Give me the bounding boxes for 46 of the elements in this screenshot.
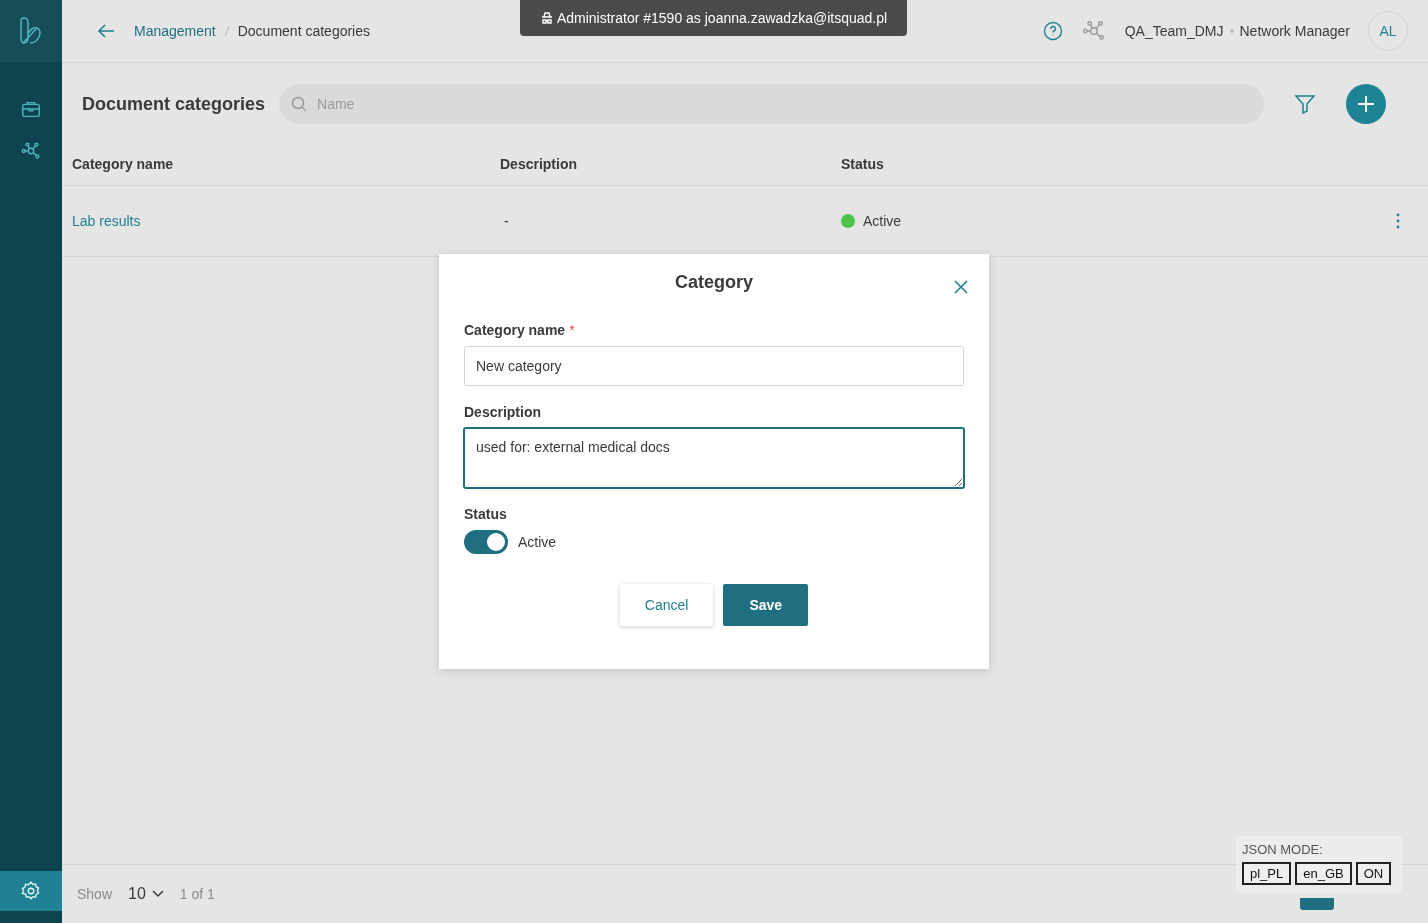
breadcrumb-current: Document categories — [237, 23, 370, 39]
required-mark: * — [569, 322, 575, 338]
sidebar-item[interactable] — [0, 871, 62, 911]
table-cell-text: - — [504, 213, 510, 229]
team-name: QA_Team_DMJ — [1124, 23, 1224, 39]
spy-icon — [539, 11, 554, 25]
column-header: Status — [841, 156, 885, 172]
breadcrumb-link[interactable]: Management — [134, 23, 216, 39]
category-name-field[interactable]: New category — [464, 346, 964, 386]
search-bar[interactable]: Name — [279, 84, 1264, 124]
more-menu-icon[interactable] — [1396, 213, 1400, 229]
category-link[interactable]: Lab results — [72, 213, 141, 229]
chevron-down-icon — [151, 890, 164, 898]
field-label: Description — [464, 404, 541, 420]
user-role: Network Manager — [1239, 23, 1350, 39]
breadcrumb-separator-icon — [223, 25, 230, 37]
network-icon — [20, 140, 42, 162]
search-input[interactable]: Name — [315, 95, 1252, 113]
json-mode-button[interactable]: ON — [1355, 862, 1392, 885]
tab-handle[interactable] — [1300, 898, 1334, 910]
banner-text: Administrator #1590 as joanna.zawadzka@itsquad.pl — [556, 10, 888, 26]
settings-icon — [20, 880, 42, 902]
page-count: 1 of 1 — [179, 886, 215, 902]
logo-icon — [19, 16, 43, 46]
toggle-label: Active — [518, 534, 557, 550]
page-size-dropdown[interactable]: 10 — [128, 885, 164, 903]
json-mode-label: JSON MODE: — [1242, 842, 1323, 857]
json-mode-button[interactable]: pl_PL — [1242, 862, 1292, 885]
json-mode-button[interactable]: en_GB — [1295, 862, 1352, 885]
save-button[interactable]: Save — [723, 584, 809, 626]
description-field[interactable]: used for: external medical docs — [464, 428, 964, 488]
add-button[interactable] — [1346, 84, 1386, 124]
cancel-button[interactable]: Cancel — [619, 584, 714, 626]
status-toggle[interactable] — [464, 530, 508, 554]
page-title: Document categories — [82, 93, 266, 115]
dialog-title: Category — [675, 272, 753, 294]
plus-icon — [1356, 94, 1376, 114]
status-text: Active — [863, 213, 902, 229]
field-label: Status — [464, 506, 508, 522]
field-label: Category name — [464, 322, 566, 338]
column-header: Description — [500, 156, 578, 172]
help-icon[interactable] — [1042, 21, 1063, 41]
column-header: Category name — [72, 156, 175, 172]
page-size-label: Show — [77, 886, 113, 902]
filter-icon[interactable] — [1294, 93, 1316, 115]
search-icon — [291, 96, 308, 112]
